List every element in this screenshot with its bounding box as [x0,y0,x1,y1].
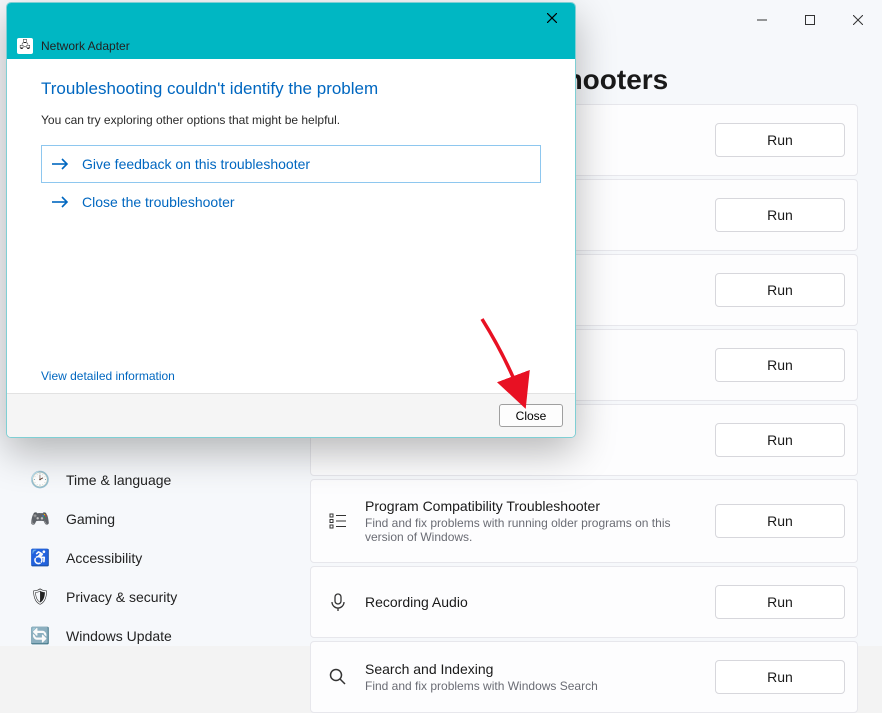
run-button[interactable]: Run [715,273,845,307]
sidebar-item-label: Time & language [66,472,171,488]
sidebar-item-time-language[interactable]: 🕑 Time & language [6,460,304,499]
sidebar-item-label: Gaming [66,511,115,527]
sidebar-item-windows-update[interactable]: 🔄 Windows Update [6,616,304,655]
sidebar-item-label: Privacy & security [66,589,177,605]
accessibility-icon: ♿ [30,548,50,568]
close-icon [547,13,557,23]
microphone-icon [327,591,349,613]
run-button[interactable]: Run [715,660,845,694]
view-detailed-info-link[interactable]: View detailed information [41,369,541,383]
dialog-titlebar [7,3,575,33]
troubleshooter-title: Program Compatibility Troubleshooter [365,498,699,514]
network-adapter-icon: 🖧 [17,38,33,54]
option-close-troubleshooter-label: Close the troubleshooter [82,194,235,210]
gamepad-icon: 🎮 [30,509,50,529]
shield-icon: 🛡 [30,587,50,607]
search-icon [327,666,349,688]
sidebar-item-gaming[interactable]: 🎮 Gaming [6,499,304,538]
troubleshooter-title: Search and Indexing [365,661,699,677]
option-close-troubleshooter[interactable]: Close the troubleshooter [41,183,541,221]
dialog-content: Troubleshooting couldn't identify the pr… [7,59,575,393]
troubleshooter-description: Find and fix problems with running older… [365,516,699,544]
sidebar-item-privacy-security[interactable]: 🛡 Privacy & security [6,577,304,616]
dialog-heading: Troubleshooting couldn't identify the pr… [41,79,541,99]
dialog-subtext: You can try exploring other options that… [41,113,541,127]
dialog-close-x-button[interactable] [529,3,575,33]
run-button[interactable]: Run [715,348,845,382]
run-button[interactable]: Run [715,504,845,538]
troubleshooter-title: Recording Audio [365,594,699,610]
arrow-right-icon [52,195,70,209]
list-icon [327,510,349,532]
sidebar-item-label: Windows Update [66,628,172,644]
minimize-icon [757,15,767,25]
dialog-footer: Close [7,393,575,437]
troubleshooter-text: Recording Audio [365,594,699,610]
close-icon [853,15,863,25]
arrow-right-icon [52,157,70,171]
dialog-app-title-text: Network Adapter [41,39,130,53]
update-icon: 🔄 [30,626,50,646]
dialog-app-title: 🖧 Network Adapter [7,33,575,59]
maximize-icon [805,15,815,25]
troubleshoot-item-search-indexing: Search and Indexing Find and fix problems… [310,641,858,713]
troubleshoot-item-recording-audio: Recording Audio Run [310,566,858,638]
run-button[interactable]: Run [715,123,845,157]
run-button[interactable]: Run [715,423,845,457]
clock-icon: 🕑 [30,470,50,490]
page-title: shooters [550,52,858,104]
minimize-button[interactable] [738,0,786,40]
option-give-feedback-label: Give feedback on this troubleshooter [82,156,310,172]
maximize-button[interactable] [786,0,834,40]
run-button[interactable]: Run [715,198,845,232]
sidebar-item-accessibility[interactable]: ♿ Accessibility [6,538,304,577]
troubleshooter-text: Search and Indexing Find and fix problems… [365,661,699,693]
troubleshooter-description: Find and fix problems with Windows Searc… [365,679,699,693]
run-button[interactable]: Run [715,585,845,619]
option-give-feedback[interactable]: Give feedback on this troubleshooter [41,145,541,183]
sidebar-item-label: Accessibility [66,550,142,566]
troubleshooter-dialog: 🖧 Network Adapter Troubleshooting couldn… [6,2,576,438]
close-button[interactable]: Close [499,404,563,427]
close-window-button[interactable] [834,0,882,40]
troubleshooter-text: Program Compatibility Troubleshooter Find… [365,498,699,544]
troubleshoot-item-program-compat: Program Compatibility Troubleshooter Find… [310,479,858,563]
